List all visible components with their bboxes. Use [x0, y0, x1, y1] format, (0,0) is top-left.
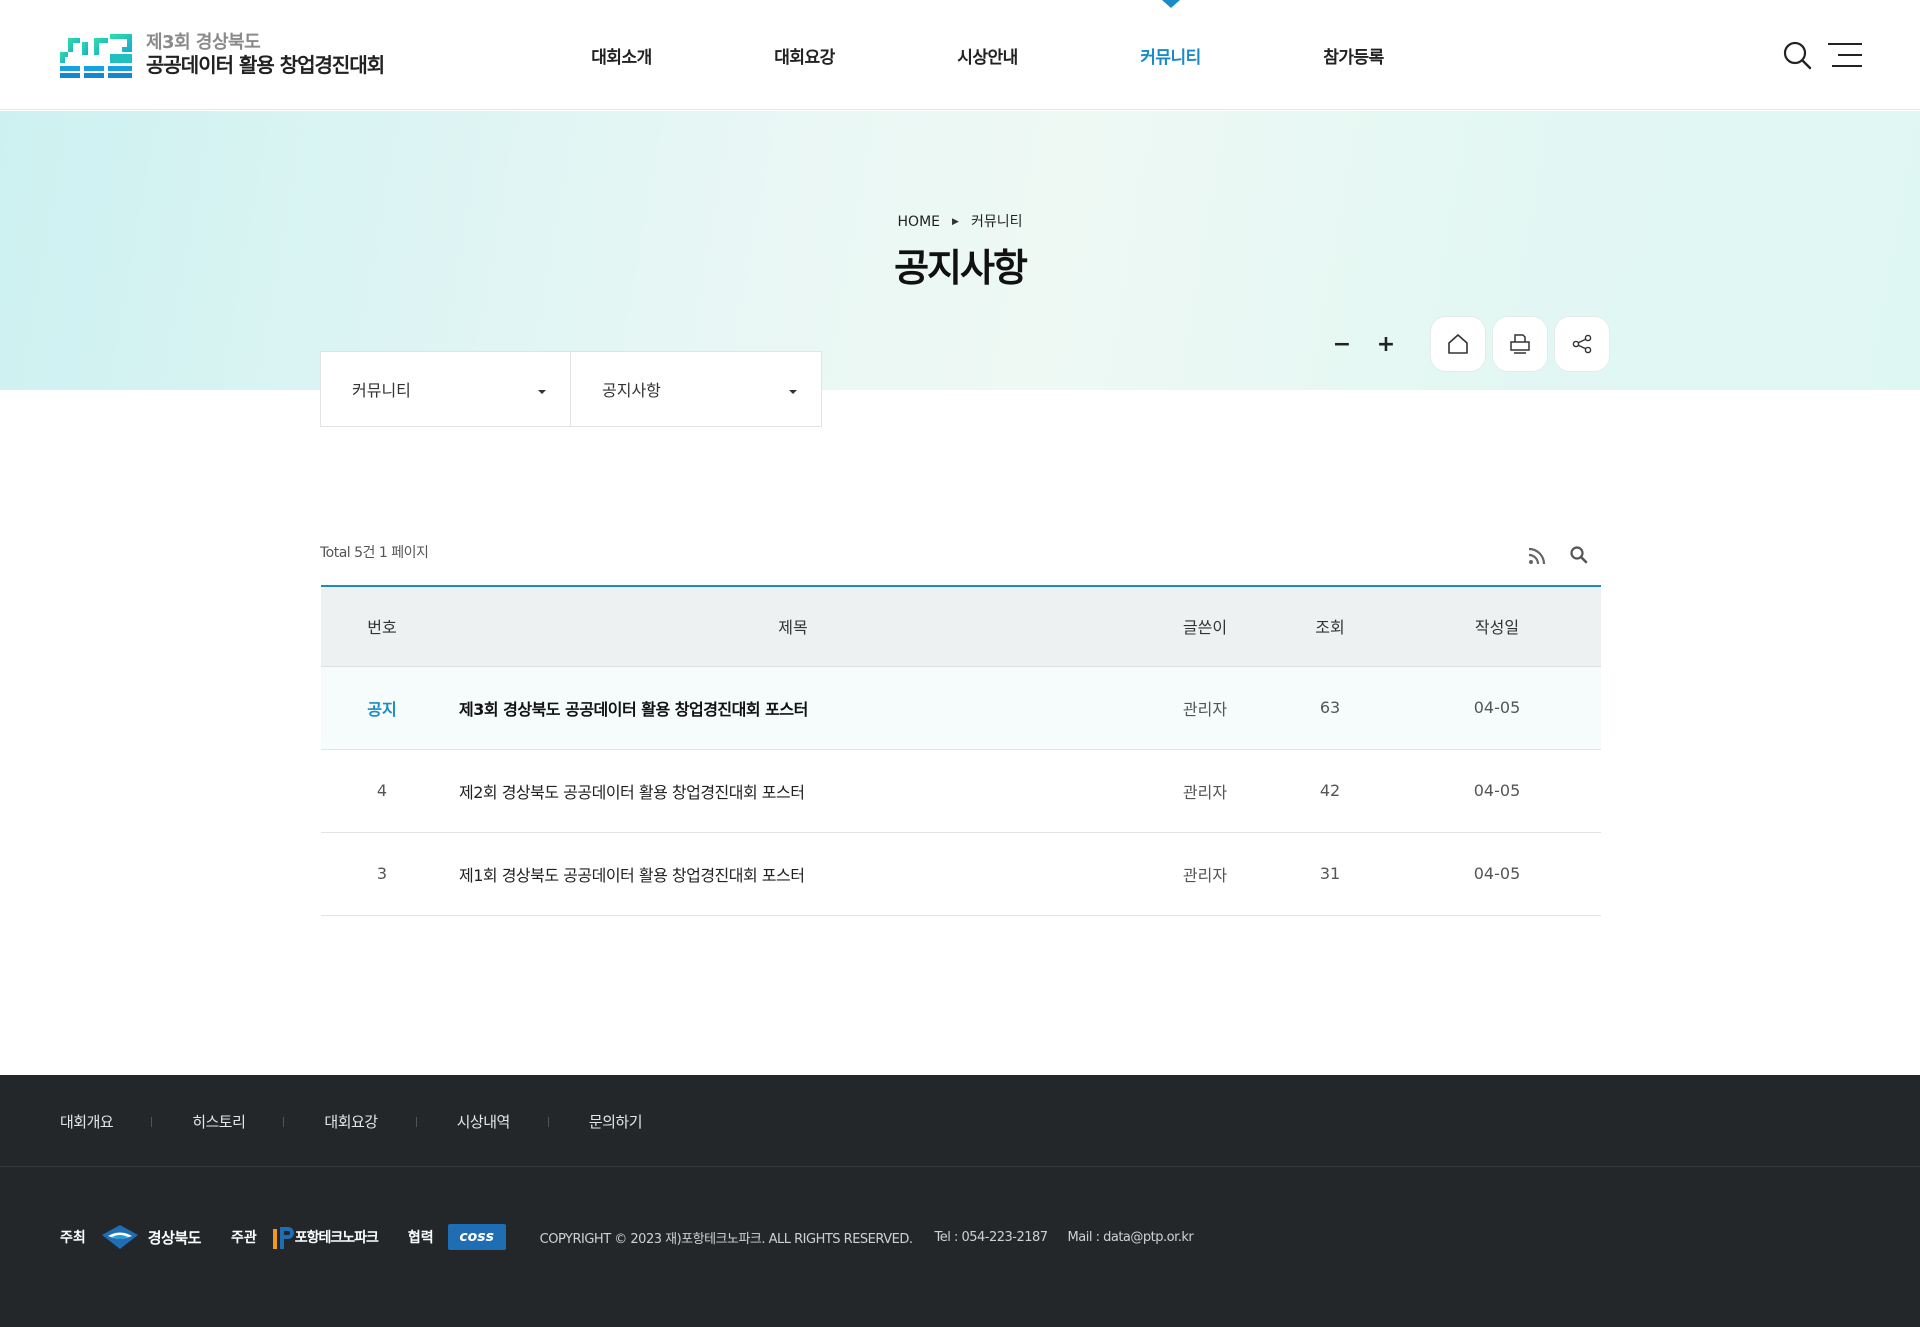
coss-logo: coss	[447, 1224, 506, 1250]
organizer-logo: 포항테크노파크	[271, 1223, 379, 1251]
row-writer: 관리자	[1143, 832, 1267, 916]
sub-visual: HOME ▶ 커뮤니티 공지사항	[0, 111, 1920, 390]
column-header-views: 조회	[1267, 586, 1393, 667]
partner-label: 협력	[407, 1230, 434, 1246]
footer-nav: 대회개요 히스토리 대회요강 시상내역 문의하기	[60, 1111, 643, 1132]
footer-divider	[547, 1116, 549, 1127]
page-utilities: − +	[1320, 316, 1610, 372]
breadcrumb-arrow-icon: ▶	[952, 217, 959, 227]
column-header-subject: 제목	[443, 586, 1143, 667]
partner-logo: coss	[447, 1224, 506, 1250]
row-number: 3	[321, 832, 443, 916]
breadcrumb-current[interactable]: 커뮤니티	[971, 214, 1023, 230]
gyeongbuk-logo-icon	[101, 1225, 138, 1249]
footer-link-overview[interactable]: 대회개요	[60, 1111, 114, 1132]
footer-link-contact[interactable]: 문의하기	[589, 1111, 643, 1132]
nav-item-intro[interactable]: 대회소개	[530, 0, 713, 110]
footer-divider	[415, 1116, 417, 1127]
hamburger-menu-icon[interactable]	[1828, 42, 1862, 68]
logo-line2: 공공데이터 활용 창업경진대회	[146, 52, 385, 77]
footer-link-guidelines[interactable]: 대회요강	[324, 1111, 378, 1132]
footer-link-awards[interactable]: 시상내역	[457, 1111, 511, 1132]
row-subject-link[interactable]: 제2회 경상북도 공공데이터 활용 창업경진대회 포스터	[459, 783, 805, 802]
tp-logo-icon	[272, 1227, 294, 1249]
footer-divider	[283, 1116, 285, 1127]
share-button[interactable]	[1554, 316, 1610, 372]
row-subject-cell: 제3회 경상북도 공공데이터 활용 창업경진대회 포스터	[443, 666, 1143, 750]
font-increase-button[interactable]: +	[1364, 316, 1408, 372]
row-date: 04-05	[1393, 749, 1601, 833]
row-views: 31	[1267, 832, 1393, 916]
board-total-count: Total 5건 1 페이지	[320, 545, 429, 561]
sub-navigation: 커뮤니티 공지사항	[320, 351, 822, 427]
site-footer: 대회개요 히스토리 대회요강 시상내역 문의하기 주최 경상북도 주관 포항테크…	[0, 1075, 1920, 1327]
row-views: 63	[1267, 666, 1393, 750]
organizer-name: 포항테크노파크	[294, 1230, 379, 1246]
column-header-writer: 글쓴이	[1143, 586, 1267, 667]
notice-table: 번호 제목 글쓴이 조회 작성일 공지 제3회 경상북도 공공데이터 활용 창업…	[321, 585, 1601, 916]
table-row[interactable]: 3 제1회 경상북도 공공데이터 활용 창업경진대회 포스터 관리자 31 04…	[321, 832, 1601, 916]
column-header-date: 작성일	[1393, 586, 1601, 667]
logo-mark-icon	[60, 34, 132, 78]
site-logo[interactable]: 제3회 경상북도 공공데이터 활용 창업경진대회	[60, 32, 385, 78]
row-writer: 관리자	[1143, 666, 1267, 750]
depth2-select-label: 공지사항	[602, 381, 661, 400]
footer-link-history[interactable]: 히스토리	[192, 1111, 246, 1132]
nav-item-community[interactable]: 커뮤니티	[1079, 0, 1262, 110]
copyright-text: COPYRIGHT © 2023 재)포항테크노파크. ALL RIGHTS R…	[539, 1231, 913, 1247]
row-subject-link[interactable]: 제1회 경상북도 공공데이터 활용 창업경진대회 포스터	[459, 866, 805, 885]
host-name: 경상북도	[147, 1228, 202, 1247]
breadcrumb-home[interactable]: HOME	[898, 214, 940, 230]
page-title: 공지사항	[894, 246, 1028, 290]
table-header-row: 번호 제목 글쓴이 조회 작성일	[321, 586, 1601, 667]
logo-line1: 제3회 경상북도	[146, 32, 261, 54]
rss-icon[interactable]	[1527, 546, 1547, 566]
search-icon[interactable]	[1782, 40, 1812, 70]
home-icon	[1448, 334, 1468, 354]
contact-tel: Tel : 054-223-2187	[934, 1229, 1048, 1245]
organizer-label: 주관	[230, 1230, 257, 1246]
board-toolbar: Total 5건 1 페이지	[320, 538, 1601, 568]
main-nav: 대회소개 대회요강 시상안내 커뮤니티 참가등록	[530, 0, 1445, 110]
depth2-select[interactable]: 공지사항	[571, 351, 822, 427]
footer-divider	[151, 1116, 153, 1127]
depth1-select-label: 커뮤니티	[352, 381, 411, 400]
row-number: 공지	[321, 666, 443, 750]
row-subject-cell: 제2회 경상북도 공공데이터 활용 창업경진대회 포스터	[443, 749, 1143, 833]
nav-item-awards[interactable]: 시상안내	[896, 0, 1079, 110]
depth1-select[interactable]: 커뮤니티	[320, 351, 571, 427]
print-icon	[1510, 334, 1530, 354]
breadcrumb: HOME ▶ 커뮤니티	[0, 211, 1920, 231]
table-row[interactable]: 4 제2회 경상북도 공공데이터 활용 창업경진대회 포스터 관리자 42 04…	[321, 749, 1601, 833]
footer-divider-line	[0, 1166, 1920, 1167]
nav-item-registration[interactable]: 참가등록	[1262, 0, 1445, 110]
host-label: 주최	[60, 1230, 86, 1246]
chevron-down-icon	[789, 390, 797, 394]
nav-item-guidelines[interactable]: 대회요강	[713, 0, 896, 110]
row-number: 4	[321, 749, 443, 833]
board-search-icon[interactable]	[1569, 545, 1589, 565]
row-views: 42	[1267, 749, 1393, 833]
font-decrease-button[interactable]: −	[1320, 316, 1364, 372]
row-subject-cell: 제1회 경상북도 공공데이터 활용 창업경진대회 포스터	[443, 832, 1143, 916]
row-subject-link[interactable]: 제3회 경상북도 공공데이터 활용 창업경진대회 포스터	[459, 700, 808, 719]
contact-mail: Mail : data@ptp.or.kr	[1067, 1229, 1194, 1245]
table-row[interactable]: 공지 제3회 경상북도 공공데이터 활용 창업경진대회 포스터 관리자 63 0…	[321, 666, 1601, 750]
footer-info: 주최 경상북도 주관 포항테크노파크 협력 coss COPYRIGHT © 2…	[60, 1223, 1194, 1251]
share-icon	[1572, 334, 1592, 354]
row-date: 04-05	[1393, 832, 1601, 916]
host-logo: 경상북도	[100, 1223, 201, 1251]
logo-text: 제3회 경상북도 공공데이터 활용 창업경진대회	[146, 32, 385, 77]
row-writer: 관리자	[1143, 749, 1267, 833]
column-header-number: 번호	[321, 586, 443, 667]
row-date: 04-05	[1393, 666, 1601, 750]
chevron-down-icon	[538, 390, 546, 394]
home-button[interactable]	[1430, 316, 1486, 372]
site-header: 제3회 경상북도 공공데이터 활용 창업경진대회 대회소개 대회요강 시상안내 …	[0, 0, 1920, 110]
print-button[interactable]	[1492, 316, 1548, 372]
